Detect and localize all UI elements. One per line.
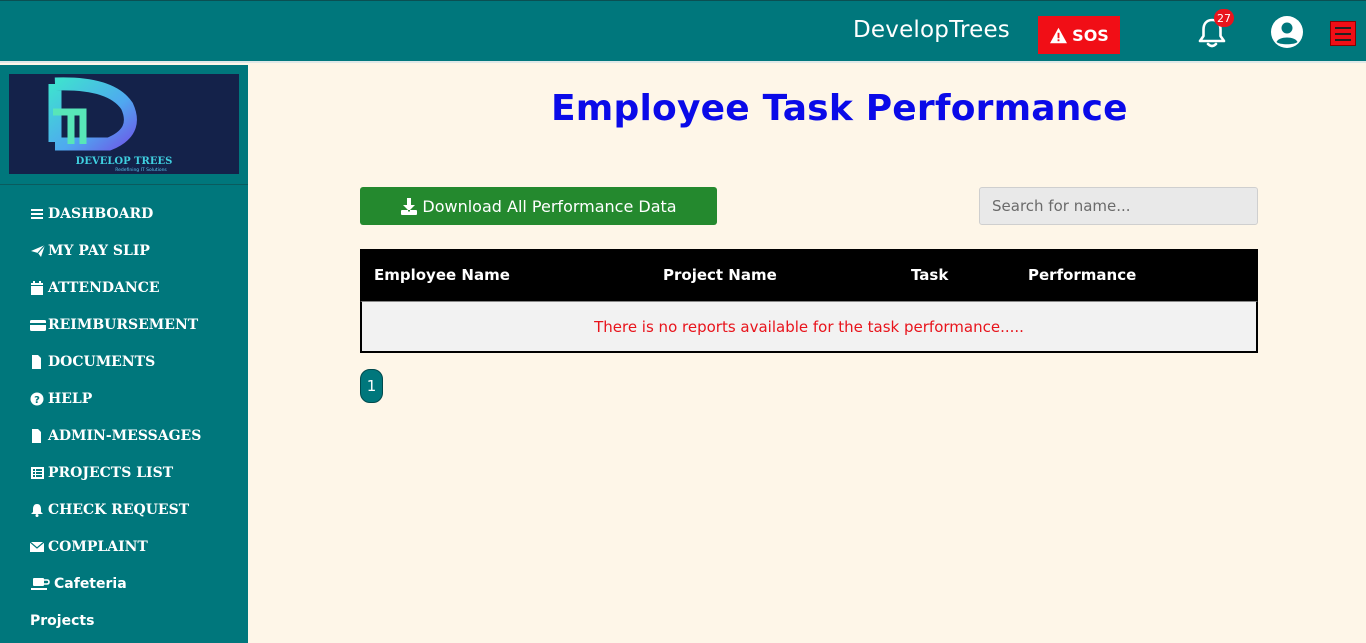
sidebar-item-label: DASHBOARD (48, 206, 154, 222)
sidebar: DEVELOP TREES Redefining IT Solutions DA… (0, 65, 248, 643)
sidebar-item-check-request[interactable]: CHECK REQUEST (30, 502, 201, 539)
sidebar-item-admin-messages[interactable]: ADMIN-MESSAGES (30, 428, 201, 465)
sidebar-item-label: DOCUMENTS (48, 354, 156, 370)
top-bar: DevelopTrees SOS 27 (0, 0, 1366, 63)
column-header-performance[interactable]: Performance (1028, 266, 1136, 284)
download-icon (401, 197, 418, 215)
sidebar-item-label: HELP (48, 391, 93, 407)
sos-button[interactable]: SOS (1038, 16, 1120, 54)
calendar-icon (31, 281, 43, 295)
brand-name: DevelopTrees (853, 17, 1010, 43)
company-logo[interactable]: DEVELOP TREES Redefining IT Solutions (9, 74, 239, 174)
sidebar-item-help[interactable]: ? HELP (30, 391, 201, 428)
sidebar-item-cafeteria[interactable]: Cafeteria (30, 576, 201, 613)
user-avatar-icon[interactable] (1270, 15, 1304, 49)
menu-line (1335, 26, 1351, 29)
column-header-project-name[interactable]: Project Name (663, 266, 777, 284)
sidebar-item-label: COMPLAINT (48, 539, 148, 555)
sidebar-item-label: MY PAY SLIP (48, 243, 150, 259)
sidebar-item-label: PROJECTS LIST (48, 465, 174, 481)
hamburger-menu-button[interactable] (1330, 21, 1356, 46)
bars-icon (31, 209, 43, 219)
sidebar-item-label: ADMIN-MESSAGES (48, 428, 202, 444)
sidebar-item-label: Projects (30, 613, 95, 629)
file-icon (32, 429, 41, 443)
logo-tagline: Redefining IT Solutions (115, 167, 167, 173)
search-input[interactable] (979, 187, 1258, 225)
menu-line (1335, 32, 1351, 35)
sidebar-item-attendance[interactable]: ATTENDANCE (30, 280, 201, 317)
sidebar-item-label: ATTENDANCE (48, 280, 160, 296)
sidebar-item-documents[interactable]: DOCUMENTS (30, 354, 201, 391)
paper-plane-icon (31, 244, 46, 257)
page-title: Employee Task Performance (551, 88, 1128, 129)
svg-text:?: ? (34, 395, 40, 406)
empty-state-row: There is no reports available for the ta… (360, 301, 1258, 353)
list-icon (31, 467, 44, 479)
table-header: Employee Name Project Name Task Performa… (360, 249, 1258, 301)
download-button-label: Download All Performance Data (422, 196, 677, 216)
download-all-button[interactable]: Download All Performance Data (360, 187, 717, 225)
warning-icon (1050, 27, 1068, 43)
pagination-page-button[interactable]: 1 (360, 369, 383, 403)
menu-line (1335, 38, 1351, 41)
empty-state-message: There is no reports available for the ta… (594, 317, 1024, 336)
sidebar-item-reimbursement[interactable]: REIMBURSEMENT (30, 317, 201, 354)
sidebar-item-complaint[interactable]: COMPLAINT (30, 539, 201, 576)
sidebar-item-projects-list[interactable]: PROJECTS LIST (30, 465, 201, 502)
sidebar-divider (0, 184, 248, 185)
sidebar-item-label: REIMBURSEMENT (48, 317, 199, 333)
performance-table: Employee Name Project Name Task Performa… (360, 249, 1258, 353)
coffee-icon (31, 578, 50, 590)
sidebar-item-projects[interactable]: Projects (30, 613, 201, 643)
column-header-task[interactable]: Task (911, 266, 948, 284)
file-icon (32, 355, 41, 369)
credit-card-icon (30, 320, 46, 331)
question-circle-icon: ? (30, 392, 44, 406)
sidebar-nav: DASHBOARD MY PAY SLIP ATTENDANCE REIMBUR… (30, 206, 201, 643)
column-header-employee-name[interactable]: Employee Name (374, 266, 510, 284)
bell-icon (31, 504, 43, 517)
sidebar-item-label: Cafeteria (54, 576, 127, 592)
sidebar-item-label: CHECK REQUEST (48, 502, 190, 518)
envelope-icon (30, 541, 45, 552)
notification-count-badge: 27 (1214, 9, 1234, 27)
sidebar-item-dashboard[interactable]: DASHBOARD (30, 206, 201, 243)
logo-text: DEVELOP TREES (76, 156, 173, 167)
sos-label: SOS (1072, 25, 1109, 45)
sidebar-item-my-pay-slip[interactable]: MY PAY SLIP (30, 243, 201, 280)
